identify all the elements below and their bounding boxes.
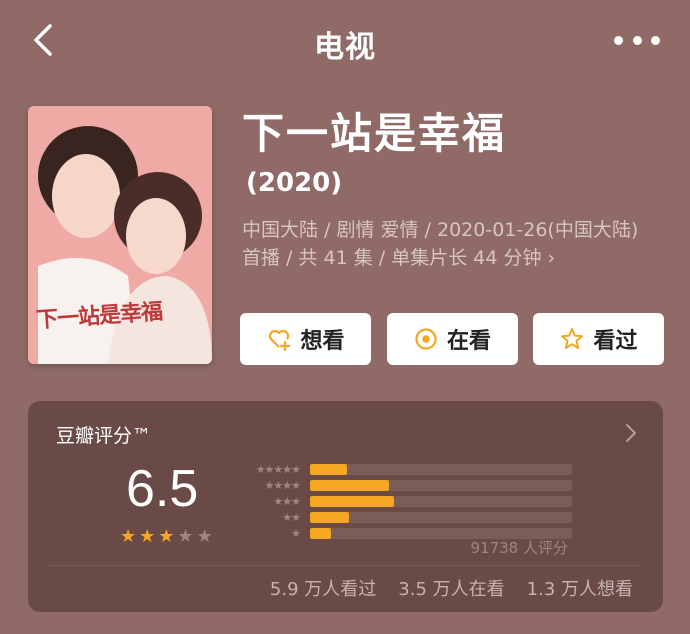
star-filled-icon: ★ (158, 526, 175, 547)
watched-count[interactable]: 5.9 万人看过 (270, 575, 376, 601)
want-button[interactable]: 想看 (240, 313, 371, 365)
star-filled-icon: ★ (139, 526, 156, 547)
watched-button[interactable]: 看过 (533, 313, 664, 365)
want-label: 想看 (300, 329, 345, 354)
poster-image[interactable]: 下一站是幸福 (28, 106, 212, 364)
rating-distribution: ★★★★★ ★★★★ ★★★ ★★ ★ (228, 461, 578, 541)
watching-count[interactable]: 3.5 万人在看 (398, 575, 504, 601)
show-meta[interactable]: 中国大陆 / 剧情 爱情 / 2020-01-26(中国大陆) 首播 / 共 4… (242, 216, 652, 272)
distribution-row: ★★ (228, 509, 578, 525)
star-outline-icon (561, 328, 584, 349)
show-title: 下一站是幸福 (242, 109, 507, 158)
watching-label: 在看 (446, 329, 491, 354)
heart-plus-icon (269, 329, 291, 352)
distribution-bar (310, 463, 347, 475)
audience-counts: 5.9 万人看过 3.5 万人在看 1.3 万人想看 (270, 575, 633, 601)
distribution-row: ★★★★ (228, 477, 578, 493)
top-nav-bar: 电视 (0, 0, 690, 80)
distribution-bar (310, 511, 350, 523)
divider (48, 565, 643, 566)
more-dots-icon[interactable] (614, 30, 660, 50)
distribution-bar (310, 527, 331, 539)
star-empty-icon: ★ (177, 526, 194, 547)
distribution-star-label: ★★★★ (264, 478, 301, 492)
chevron-right-icon[interactable] (625, 423, 637, 443)
star-filled-icon: ★ (120, 526, 137, 547)
target-icon (415, 328, 437, 350)
vote-count: 91738 人评分 (470, 539, 569, 557)
show-year: (2020) (246, 168, 343, 198)
action-buttons: 想看 在看 看过 (240, 313, 664, 365)
watched-label: 看过 (593, 329, 638, 354)
rating-stars: ★ ★ ★ ★ ★ (120, 527, 213, 547)
chevron-right-icon: › (541, 247, 556, 269)
distribution-row: ★★★★★ (228, 461, 578, 477)
distribution-star-label: ★★★★★ (255, 462, 301, 476)
star-empty-icon: ★ (196, 526, 213, 547)
distribution-track (310, 495, 572, 507)
page-title: 电视 (314, 30, 376, 65)
rating-title: 豆瓣评分™ (56, 425, 152, 447)
rating-card[interactable]: 豆瓣评分™ 6.5 ★ ★ ★ ★ ★ ★★★★★ ★★★★ ★★★ ★★ ★ 91738 人评… (28, 401, 663, 612)
rating-score: 6.5 (126, 460, 199, 518)
distribution-track (310, 479, 572, 491)
show-meta-text: 中国大陆 / 剧情 爱情 / 2020-01-26(中国大陆) 首播 / 共 4… (242, 219, 639, 269)
want-count[interactable]: 1.3 万人想看 (527, 575, 633, 601)
distribution-star-label: ★★★ (273, 494, 301, 508)
distribution-row: ★★★ (228, 493, 578, 509)
watching-button[interactable]: 在看 (386, 313, 518, 365)
distribution-bar (310, 479, 389, 491)
distribution-star-label: ★★ (282, 510, 301, 524)
distribution-track (310, 463, 572, 475)
distribution-track (310, 511, 572, 523)
distribution-star-label: ★ (291, 526, 301, 540)
distribution-bar (310, 495, 394, 507)
